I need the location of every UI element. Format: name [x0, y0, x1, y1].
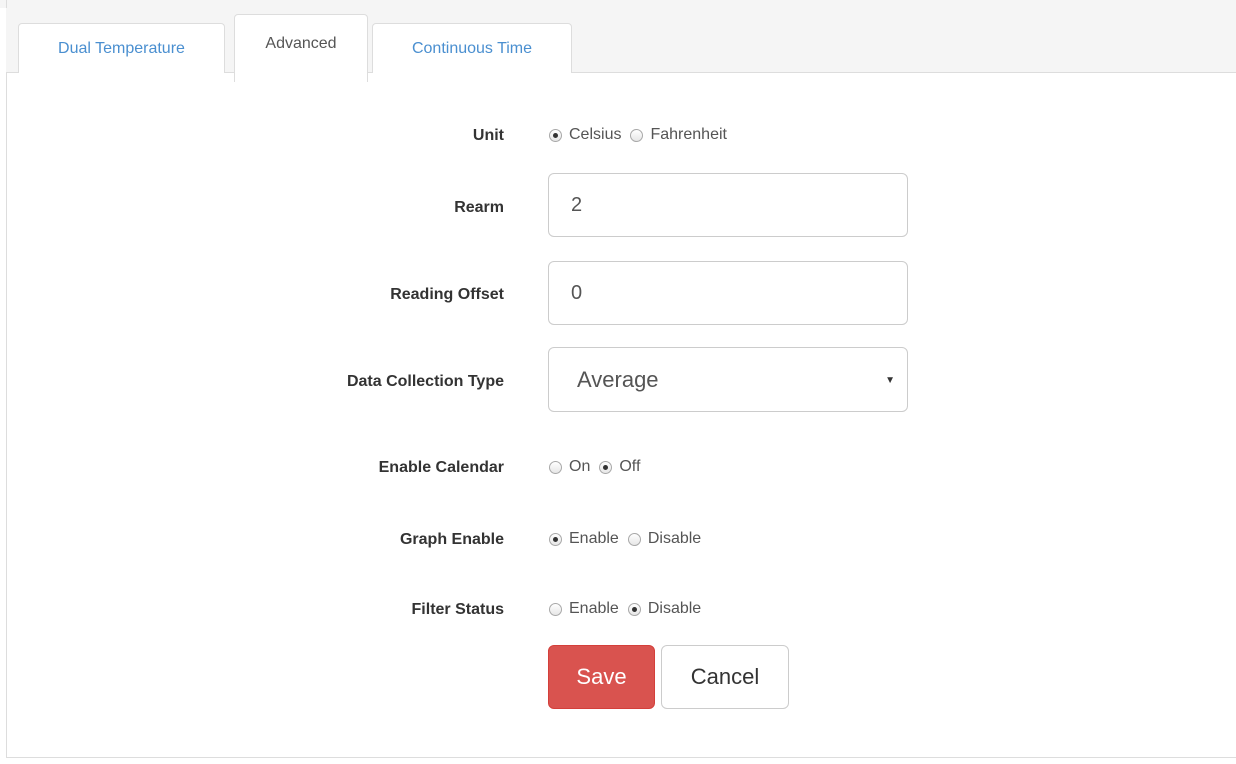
- calendar-on-label: On: [569, 458, 591, 475]
- data-collection-type-value: Average: [577, 366, 659, 392]
- reading-offset-label: Reading Offset: [390, 286, 504, 303]
- tab-dual-temperature[interactable]: Dual Temperature: [18, 23, 225, 73]
- radio-unchecked-icon: [627, 532, 641, 546]
- tab-dual-temperature-label: Dual Temperature: [58, 39, 185, 57]
- graph-enable-label: Graph Enable: [399, 531, 504, 548]
- radio-unchecked-icon: [549, 460, 562, 474]
- unit-radio-group: Celsius Fahrenheit: [549, 126, 736, 144]
- tab-advanced-label: Advanced: [265, 35, 337, 52]
- graph-disable-option-label: Disable: [647, 530, 702, 547]
- rearm-input[interactable]: [548, 173, 908, 237]
- unit-celsius-label: Celsius: [569, 126, 622, 143]
- data-collection-type-select[interactable]: Average ▼: [548, 347, 908, 412]
- filter-enable-option-label: Enable: [569, 600, 619, 617]
- cancel-button[interactable]: Cancel: [661, 645, 789, 709]
- reading-offset-input[interactable]: [548, 261, 908, 325]
- tab-continuous-time[interactable]: Continuous Time: [372, 23, 572, 73]
- save-button[interactable]: Save: [548, 645, 655, 709]
- unit-fahrenheit-radio[interactable]: Fahrenheit: [630, 126, 727, 144]
- calendar-off-label: Off: [619, 458, 641, 475]
- graph-disable-radio[interactable]: Disable: [627, 530, 702, 548]
- filter-status-radio-group: Enable Disable: [549, 600, 710, 618]
- filter-disable-radio[interactable]: Disable: [627, 600, 702, 618]
- radio-checked-icon: [627, 602, 641, 616]
- tab-bar: Dual Temperature Advanced Continuous Tim…: [6, 8, 1236, 82]
- filter-status-label: Filter Status: [411, 601, 504, 618]
- tab-continuous-time-label: Continuous Time: [411, 39, 533, 57]
- unit-fahrenheit-label: Fahrenheit: [650, 126, 727, 143]
- radio-checked-icon: [549, 532, 562, 546]
- page: Dual Temperature Advanced Continuous Tim…: [0, 0, 1236, 764]
- unit-celsius-radio[interactable]: Celsius: [549, 126, 621, 144]
- radio-checked-icon: [549, 128, 562, 142]
- filter-disable-option-label: Disable: [647, 600, 702, 617]
- enable-calendar-radio-group: On Off: [549, 458, 649, 476]
- graph-enable-option-label: Enable: [569, 530, 619, 547]
- unit-label: Unit: [472, 127, 504, 144]
- radio-unchecked-icon: [549, 602, 562, 616]
- tab-advanced[interactable]: Advanced: [234, 14, 368, 82]
- caret-down-icon: ▼: [885, 375, 895, 386]
- data-collection-type-label: Data Collection Type: [346, 373, 504, 390]
- calendar-on-radio[interactable]: On: [549, 458, 590, 476]
- graph-enable-radio-group: Enable Disable: [549, 530, 710, 548]
- radio-unchecked-icon: [630, 128, 644, 142]
- calendar-off-radio[interactable]: Off: [599, 458, 640, 476]
- rearm-label: Rearm: [454, 199, 504, 216]
- enable-calendar-label: Enable Calendar: [378, 459, 504, 476]
- filter-enable-radio[interactable]: Enable: [549, 600, 619, 618]
- radio-checked-icon: [599, 460, 613, 474]
- graph-enable-radio[interactable]: Enable: [549, 530, 619, 548]
